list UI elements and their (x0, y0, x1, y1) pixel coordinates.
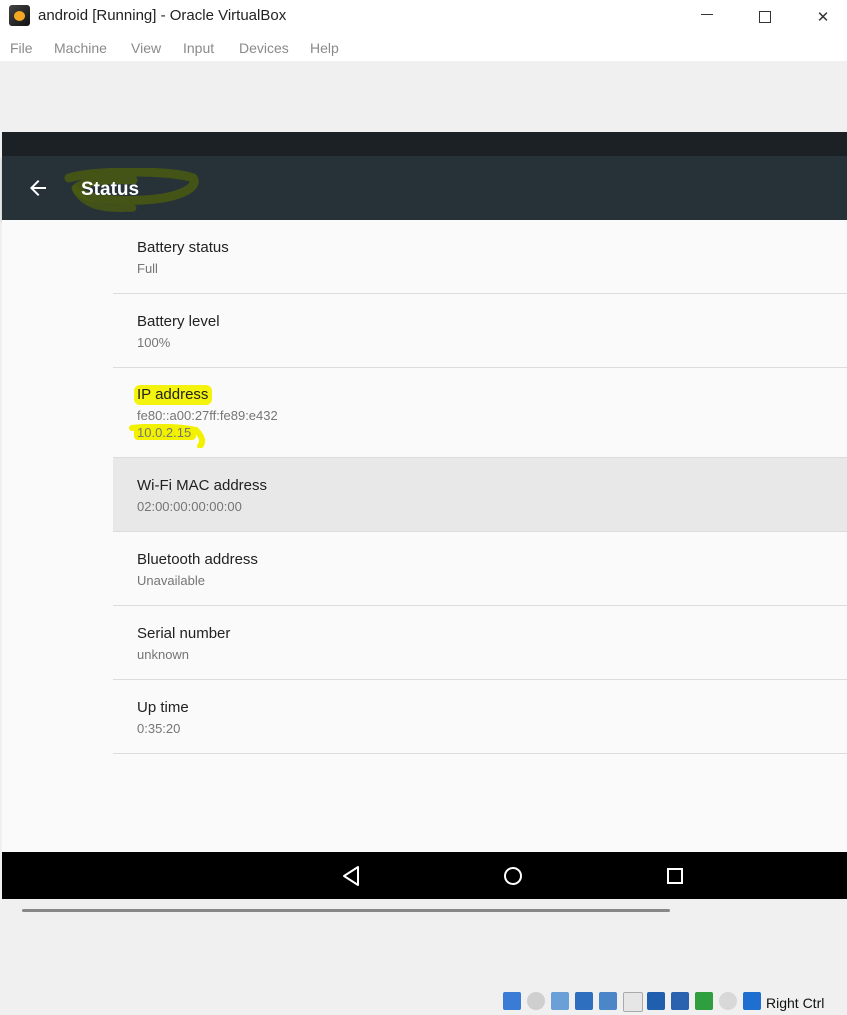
row-title: Battery level (137, 313, 220, 330)
menu-bar: File Machine View Input Devices Help (0, 33, 847, 61)
menu-devices[interactable]: Devices (239, 40, 289, 56)
menu-input[interactable]: Input (183, 40, 214, 56)
row-title: Serial number (137, 625, 231, 642)
minimize-icon (701, 14, 713, 15)
row-value: fe80::a00:27ff:fe89:e432 (137, 408, 278, 423)
row-value: Unavailable (137, 573, 205, 588)
recording-icon[interactable] (671, 992, 689, 1010)
row-value-ipv4: 10.0.2.15 (137, 425, 192, 440)
virtualbox-app-icon (9, 5, 30, 26)
minimize-button[interactable] (678, 0, 736, 33)
menu-file[interactable]: File (10, 40, 33, 56)
window-titlebar: android [Running] - Oracle VirtualBox ✕ (0, 0, 847, 33)
keyboard-capture-icon[interactable] (743, 992, 761, 1010)
list-item-serial-number[interactable]: Serial number unknown (113, 606, 847, 680)
close-button[interactable]: ✕ (794, 0, 847, 33)
nav-home-icon[interactable] (500, 863, 526, 889)
row-title: IP address (137, 386, 209, 403)
maximize-button[interactable] (736, 0, 794, 33)
row-value: 0:35:20 (137, 721, 181, 736)
nav-recents-icon[interactable] (662, 863, 688, 889)
host-key-label: Right Ctrl (766, 995, 825, 1011)
menu-view[interactable]: View (131, 40, 161, 56)
horizontal-scrollbar[interactable] (22, 909, 670, 912)
list-item-bluetooth-address[interactable]: Bluetooth address Unavailable (113, 532, 847, 606)
row-value: 02:00:00:00:00:00 (137, 499, 242, 514)
maximize-icon (759, 10, 771, 23)
nav-back-icon[interactable] (338, 863, 364, 889)
list-item-battery-status[interactable]: Battery status Full (113, 220, 847, 294)
back-arrow-icon[interactable] (26, 176, 50, 200)
row-value: unknown (137, 647, 190, 662)
list-item-up-time[interactable]: Up time 0:35:20 (113, 680, 847, 754)
audio-icon[interactable] (551, 992, 569, 1010)
row-title: Wi-Fi MAC address (137, 477, 268, 494)
cpu-icon[interactable] (695, 992, 713, 1010)
optical-drive-icon[interactable] (527, 992, 545, 1010)
hard-disk-icon[interactable] (503, 992, 521, 1010)
menu-machine[interactable]: Machine (54, 40, 107, 56)
window-title: android [Running] - Oracle VirtualBox (38, 7, 287, 24)
vm-top-area (0, 61, 847, 132)
mouse-integration-icon[interactable] (719, 992, 737, 1010)
page-title: Status (81, 179, 140, 200)
menu-help[interactable]: Help (310, 40, 339, 56)
row-title: Bluetooth address (137, 551, 258, 568)
shared-folders-icon[interactable] (623, 992, 643, 1012)
android-status-bar (2, 132, 847, 156)
status-list-screen: Battery status Full Battery level 100% W… (2, 220, 847, 852)
row-title: Up time (137, 699, 189, 716)
close-icon: ✕ (816, 8, 830, 26)
row-value: 100% (137, 335, 171, 350)
display-icon[interactable] (647, 992, 665, 1010)
list-item-wifi-mac[interactable]: Wi-Fi MAC address 02:00:00:00:00:00 (113, 458, 847, 532)
list-item-battery-level[interactable]: Battery level 100% (113, 294, 847, 368)
row-value: Full (137, 261, 158, 276)
row-title: Battery status (137, 239, 229, 256)
usb-icon[interactable] (599, 992, 617, 1010)
network-icon[interactable] (575, 992, 593, 1010)
android-nav-bar (2, 852, 847, 899)
